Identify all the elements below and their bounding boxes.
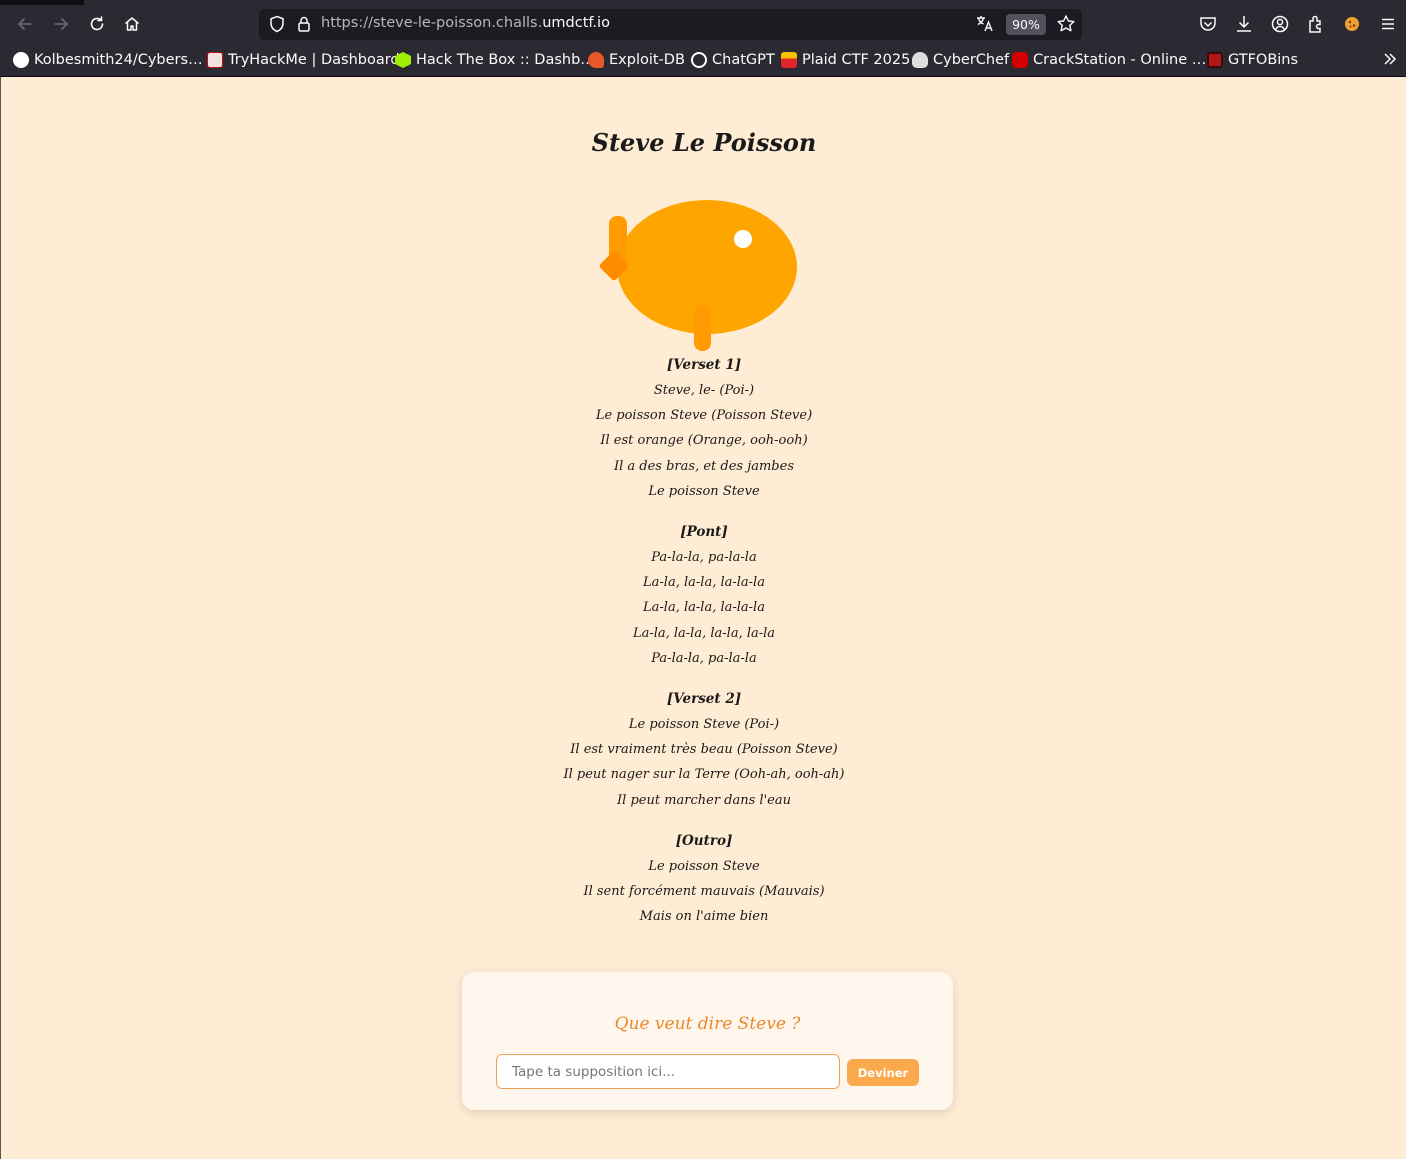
reload-button[interactable] <box>85 12 109 36</box>
reload-icon <box>90 16 104 31</box>
bookmarks-overflow-chevron-icon[interactable] <box>1382 51 1398 71</box>
forward-arrow-icon <box>54 18 69 30</box>
url-text[interactable]: https://steve-le-poisson.challs.umdctf.i… <box>321 15 610 31</box>
lyric-line: Il a des bras, et des jambes <box>613 458 794 474</box>
exploitdb-icon <box>588 52 604 68</box>
tracking-shield-icon[interactable] <box>267 14 287 34</box>
hackthebox-icon <box>395 52 411 68</box>
downloads-icon[interactable] <box>1233 13 1255 35</box>
stanza-heading: [Verset 2] <box>666 691 742 708</box>
lyric-line: Il peut nager sur la Terre (Ooh-ah, ooh-… <box>563 767 845 783</box>
lyric-line: Il sent forcément mauvais (Mauvais) <box>583 884 825 900</box>
bookmark-label: ChatGPT <box>712 52 775 68</box>
bookmark-item[interactable]: CrackStation - Online … <box>1012 50 1206 70</box>
stanza-heading: [Verset 1] <box>666 357 742 373</box>
extensions-icon[interactable] <box>1305 13 1327 35</box>
lyric-line: Il peut marcher dans l'eau <box>617 792 791 808</box>
bookmark-item[interactable]: Exploit-DB <box>588 50 685 70</box>
gtfobins-icon <box>1207 52 1223 68</box>
lyric-line: Mais on l'aime bien <box>639 909 769 925</box>
home-button[interactable] <box>120 12 144 36</box>
navigation-toolbar: https://steve-le-poisson.challs.umdctf.i… <box>0 5 1406 43</box>
guess-input[interactable] <box>496 1054 840 1089</box>
menu-icon[interactable] <box>1377 13 1399 35</box>
lyric-line: Le poisson Steve <box>648 858 760 874</box>
url-prefix: https://steve-le-poisson.challs. <box>321 15 543 31</box>
bookmark-label: Plaid CTF 2025 <box>802 52 911 68</box>
zoom-level-badge[interactable]: 90% <box>1006 14 1046 35</box>
bookmark-item[interactable]: Hack The Box :: Dashb… <box>395 50 595 70</box>
guess-card: Que veut dire Steve ? Deviner <box>462 972 953 1110</box>
forward-button[interactable] <box>49 12 73 36</box>
back-button[interactable] <box>13 12 37 36</box>
page-content: Steve Le Poisson [Verset 1] Steve, le- (… <box>0 77 1406 1159</box>
crackstation-icon <box>1012 52 1028 68</box>
bookmark-item[interactable]: GTFOBins <box>1207 50 1298 70</box>
bookmark-item[interactable]: CyberChef <box>912 50 1009 70</box>
chatgpt-icon <box>691 52 707 68</box>
guess-submit-button[interactable]: Deviner <box>847 1059 919 1086</box>
guess-question: Que veut dire Steve ? <box>614 1014 801 1034</box>
stanza-heading: [Pont] <box>680 524 728 541</box>
lock-icon[interactable] <box>294 14 314 34</box>
stanza-outro: [Outro] Le poisson Steve Il sent forcéme… <box>1 829 1406 930</box>
bookmark-label: CyberChef <box>933 52 1010 68</box>
extension-cookie-icon[interactable] <box>1341 13 1363 35</box>
url-domain: umdctf.io <box>542 15 610 31</box>
bookmark-label: CrackStation - Online … <box>1033 52 1207 68</box>
account-icon[interactable] <box>1269 13 1291 35</box>
lyric-line: La-la, la-la, la-la-la <box>643 575 765 591</box>
bookmark-label: Hack The Box :: Dashb… <box>416 52 595 68</box>
stanza-verset-1: [Verset 1] Steve, le- (Poi-) Le poisson … <box>1 353 1406 504</box>
lyric-line: Pa-la-la, pa-la-la <box>651 550 757 566</box>
bookmark-label: TryHackMe | Dashboard <box>228 52 400 68</box>
lyric-line: La-la, la-la, la-la, la-la <box>632 625 776 641</box>
lyric-line: Steve, le- (Poi-) <box>653 383 755 398</box>
fish-eye <box>734 230 752 248</box>
stanza-verset-2: [Verset 2] Le poisson Steve (Poi-) Il es… <box>1 687 1406 813</box>
lyric-line: Le poisson Steve <box>648 483 760 499</box>
bookmark-label: Kolbesmith24/Cybers… <box>34 52 203 68</box>
steve-fish-illustration <box>599 200 797 351</box>
stanza-heading: [Outro] <box>675 832 733 849</box>
plaidctf-icon <box>781 52 797 68</box>
tryhackme-icon <box>207 52 223 68</box>
github-icon <box>13 52 29 68</box>
fish-leg <box>694 305 711 351</box>
lyric-line: Il est orange (Orange, ooh-ooh) <box>600 433 808 449</box>
pocket-icon[interactable] <box>1197 13 1219 35</box>
bookmark-label: GTFOBins <box>1228 52 1299 68</box>
lyrics: [Verset 1] Steve, le- (Poi-) Le poisson … <box>1 353 1406 945</box>
page-title: Steve Le Poisson <box>591 128 817 157</box>
lyric-line: Il est vraiment très beau (Poisson Steve… <box>570 742 838 758</box>
home-icon <box>125 17 139 31</box>
lyric-line: Le poisson Steve (Poi-) <box>628 717 780 733</box>
browser-chrome: https://steve-le-poisson.challs.umdctf.i… <box>0 0 1406 77</box>
bookmark-star-icon[interactable] <box>1055 13 1077 35</box>
lyric-line: La-la, la-la, la-la-la <box>643 600 765 616</box>
address-bar[interactable]: https://steve-le-poisson.challs.umdctf.i… <box>259 9 1082 40</box>
stanza-pont: [Pont] Pa-la-la, pa-la-la La-la, la-la, … <box>1 520 1406 671</box>
bookmarks-toolbar: Kolbesmith24/Cybers… TryHackMe | Dashboa… <box>0 43 1406 77</box>
lyric-line: Pa-la-la, pa-la-la <box>651 650 757 666</box>
bookmark-label: Exploit-DB <box>609 52 685 68</box>
bookmark-item[interactable]: Plaid CTF 2025 <box>781 50 910 70</box>
lyric-line: Le poisson Steve (Poisson Steve) <box>595 408 813 424</box>
back-arrow-icon <box>17 18 32 30</box>
bookmark-item[interactable]: Kolbesmith24/Cybers… <box>13 50 203 70</box>
bookmark-item[interactable]: ChatGPT <box>691 50 775 70</box>
translate-icon[interactable] <box>975 14 995 34</box>
cyberchef-icon <box>912 52 928 68</box>
bookmark-item[interactable]: TryHackMe | Dashboard <box>207 50 400 70</box>
